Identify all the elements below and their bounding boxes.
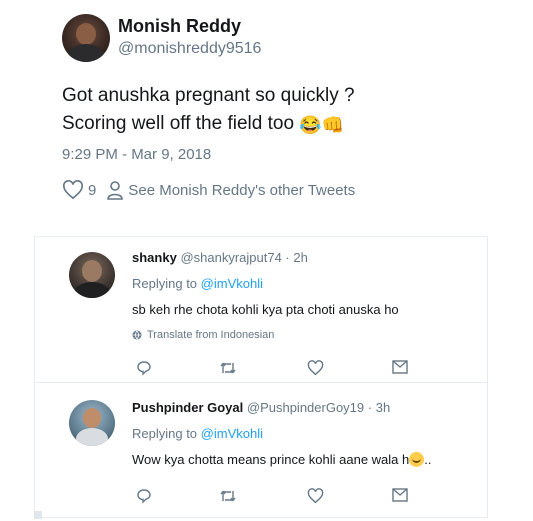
tweet-text-line-1: Got anushka pregnant so quickly ? [62, 85, 355, 106]
reply-author-name[interactable]: shanky [132, 250, 177, 265]
replying-prefix: Replying to [132, 426, 198, 441]
dot-separator: · [364, 400, 376, 415]
reply-item[interactable]: shanky @shankyrajput74 · 2h Replying to … [35, 236, 487, 382]
reply-author-handle[interactable]: @shankyrajput74 [180, 250, 281, 265]
replying-to: Replying to @imVkohli [132, 276, 263, 291]
replying-to: Replying to @imVkohli [132, 426, 263, 441]
replying-prefix: Replying to [132, 276, 198, 291]
author-name[interactable]: Monish Reddy [118, 16, 241, 37]
person-icon [106, 180, 124, 200]
reply-icon[interactable] [136, 488, 152, 509]
tweet-actions: 9 See Monish Reddy's other Tweets [62, 178, 355, 202]
translate-link[interactable]: Translate from Indonesian [132, 329, 274, 341]
reply-text: Wow kya chotta means prince kohli aane w… [132, 452, 431, 467]
heart-icon[interactable] [307, 360, 324, 381]
heart-icon[interactable] [62, 180, 84, 200]
tweet-text-line-2-text: Scoring well off the field too [62, 113, 295, 134]
translate-label: Translate from Indonesian [147, 329, 275, 341]
avatar[interactable] [69, 400, 115, 446]
tweet-timestamp[interactable]: 9:29 PM - Mar 9, 2018 [62, 146, 211, 163]
direct-message-icon[interactable] [392, 488, 408, 507]
reply-time[interactable]: 2h [293, 250, 307, 265]
reply-author-name[interactable]: Pushpinder Goyal [132, 400, 243, 415]
other-tweets-link[interactable]: See Monish Reddy's other Tweets [128, 182, 355, 199]
reply-header: shanky @shankyrajput74 · 2h [132, 250, 308, 265]
reply-time[interactable]: 3h [376, 400, 390, 415]
globe-icon [132, 330, 142, 340]
grinning-emoji [409, 452, 425, 467]
reply-header: Pushpinder Goyal @PushpinderGoy19 · 3h [132, 400, 390, 415]
reply-actions [132, 488, 432, 506]
reply-actions [132, 360, 432, 378]
reply-text-suffix: .. [424, 452, 432, 467]
reply-text-body: Wow kya chotta means prince kohli aane w… [132, 452, 410, 467]
fist-bump-emoji: 👊 [321, 115, 345, 135]
reply-text: sb keh rhe chota kohli kya pta choti anu… [132, 302, 399, 317]
mention-link[interactable]: @imVkohli [201, 426, 263, 441]
heart-icon[interactable] [307, 488, 324, 509]
tears-of-joy-emoji: 😂 [299, 115, 322, 135]
tweet-text-line-2: Scoring well off the field too 😂👊 [62, 110, 355, 139]
mention-link[interactable]: @imVkohli [201, 276, 263, 291]
main-tweet: Monish Reddy @monishreddy9516 Got anushk… [0, 0, 533, 236]
reply-item[interactable]: Pushpinder Goyal @PushpinderGoy19 · 3h R… [35, 382, 487, 517]
dot-separator: · [281, 250, 294, 265]
reply-author-handle[interactable]: @PushpinderGoy19 [247, 400, 364, 415]
like-count: 9 [88, 181, 97, 199]
author-handle[interactable]: @monishreddy9516 [118, 40, 261, 58]
corner-marker [34, 511, 42, 519]
retweet-icon[interactable] [219, 488, 237, 509]
tweet-text: Got anushka pregnant so quickly ? Scorin… [62, 82, 355, 139]
replies-list: shanky @shankyrajput74 · 2h Replying to … [34, 236, 488, 518]
avatar[interactable] [69, 252, 115, 298]
retweet-icon[interactable] [219, 360, 237, 381]
avatar[interactable] [62, 14, 110, 62]
reply-icon[interactable] [136, 360, 152, 381]
direct-message-icon[interactable] [392, 360, 408, 379]
